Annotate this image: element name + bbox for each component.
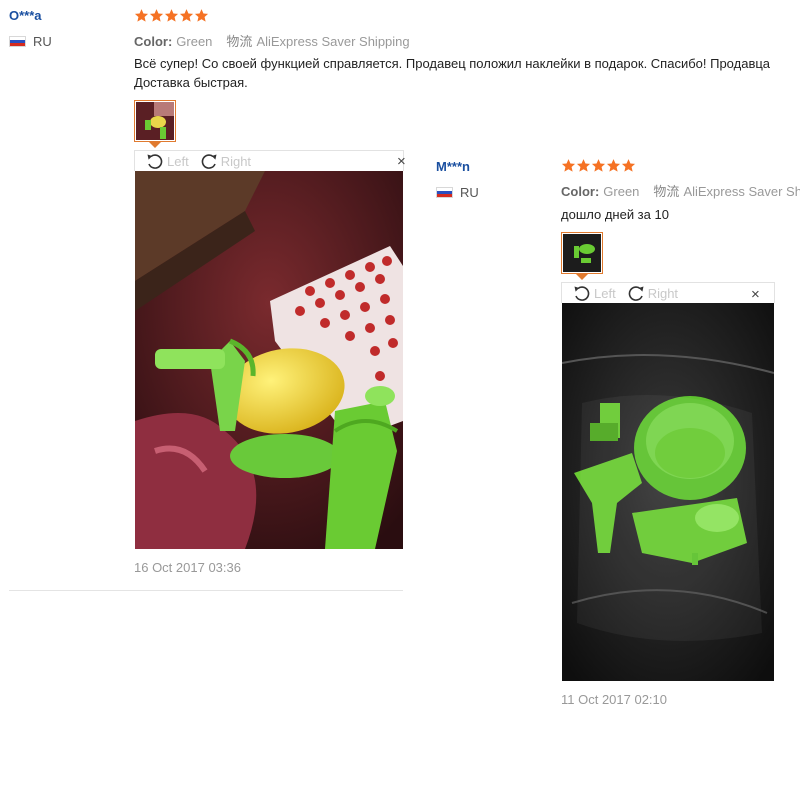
logistics-label: 物流: [653, 184, 680, 199]
star-icon: [194, 9, 209, 22]
color-value: Green: [603, 184, 640, 199]
thumbnail-caret: [576, 274, 588, 280]
rotate-right-icon: [201, 154, 217, 169]
logistics-value: AliExpress Saver Shipping: [256, 34, 410, 49]
country-code: RU: [33, 34, 52, 49]
rotate-left-icon: [147, 154, 163, 169]
star-icon: [164, 9, 179, 22]
review-date: 16 Oct 2017 03:36: [134, 560, 241, 575]
rotate-right-icon: [628, 286, 644, 301]
thumbnail-image: [563, 234, 601, 272]
rotate-right-label: Right: [220, 153, 252, 169]
logistics-value: AliExpress Saver Shipping: [683, 184, 800, 199]
review-date: 11 Oct 2017 02:10: [561, 692, 668, 707]
star-icon: [149, 9, 164, 22]
star-icon: [179, 9, 194, 22]
close-icon[interactable]: ×: [397, 154, 406, 169]
review-photo: [135, 171, 403, 549]
lemon-sprayer-photo: [135, 171, 403, 549]
star-icon: [606, 159, 621, 172]
reviewer-name: O***a: [9, 8, 42, 23]
rotate-left-label: Left: [167, 153, 189, 169]
sprayer-set-photo: [562, 303, 774, 681]
image-rotate-toolbar: Left Right ×: [134, 150, 406, 171]
rotate-left-button[interactable]: Left: [572, 283, 616, 303]
star-icon: [591, 159, 606, 172]
star-icon: [621, 159, 636, 172]
rating-stars: [561, 158, 636, 173]
close-icon[interactable]: ×: [751, 287, 760, 302]
review-text-line: дошло дней за 10: [561, 207, 669, 222]
photo-thumbnail[interactable]: [134, 100, 176, 142]
russia-flag-icon: [436, 187, 453, 198]
rotate-right-label: Right: [647, 285, 679, 301]
order-info: Color:Green 物流AliExpress Saver Shipping: [134, 31, 410, 50]
rotate-right-button[interactable]: Right: [626, 283, 678, 303]
image-rotate-toolbar: Left Right ×: [561, 282, 775, 303]
color-value: Green: [176, 34, 213, 49]
rating-stars: [134, 8, 209, 23]
review-text-line: Доставка быстрая.: [134, 75, 248, 90]
review-divider: [9, 590, 403, 591]
reviewer-name: M***n: [436, 159, 470, 174]
rotate-right-button[interactable]: Right: [199, 151, 251, 171]
reviewer-country: RU: [9, 34, 52, 49]
order-info: Color:Green 物流AliExpress Saver Shipping: [561, 181, 800, 200]
russia-flag-icon: [9, 36, 26, 47]
review-text-line: Всё супер! Со своей функцией справляется…: [134, 56, 771, 71]
color-label: Color:: [134, 34, 173, 49]
country-code: RU: [460, 185, 479, 200]
color-label: Color:: [561, 184, 600, 199]
review-photo: [562, 303, 774, 681]
logistics-label: 物流: [226, 34, 253, 49]
thumbnail-image: [136, 102, 174, 140]
rotate-left-button[interactable]: Left: [145, 151, 189, 171]
rotate-left-label: Left: [594, 285, 616, 301]
photo-thumbnail[interactable]: [561, 232, 603, 274]
thumbnail-caret: [149, 142, 161, 148]
reviewer-country: RU: [436, 185, 479, 200]
star-icon: [561, 159, 576, 172]
star-icon: [576, 159, 591, 172]
star-icon: [134, 9, 149, 22]
rotate-left-icon: [574, 286, 590, 301]
